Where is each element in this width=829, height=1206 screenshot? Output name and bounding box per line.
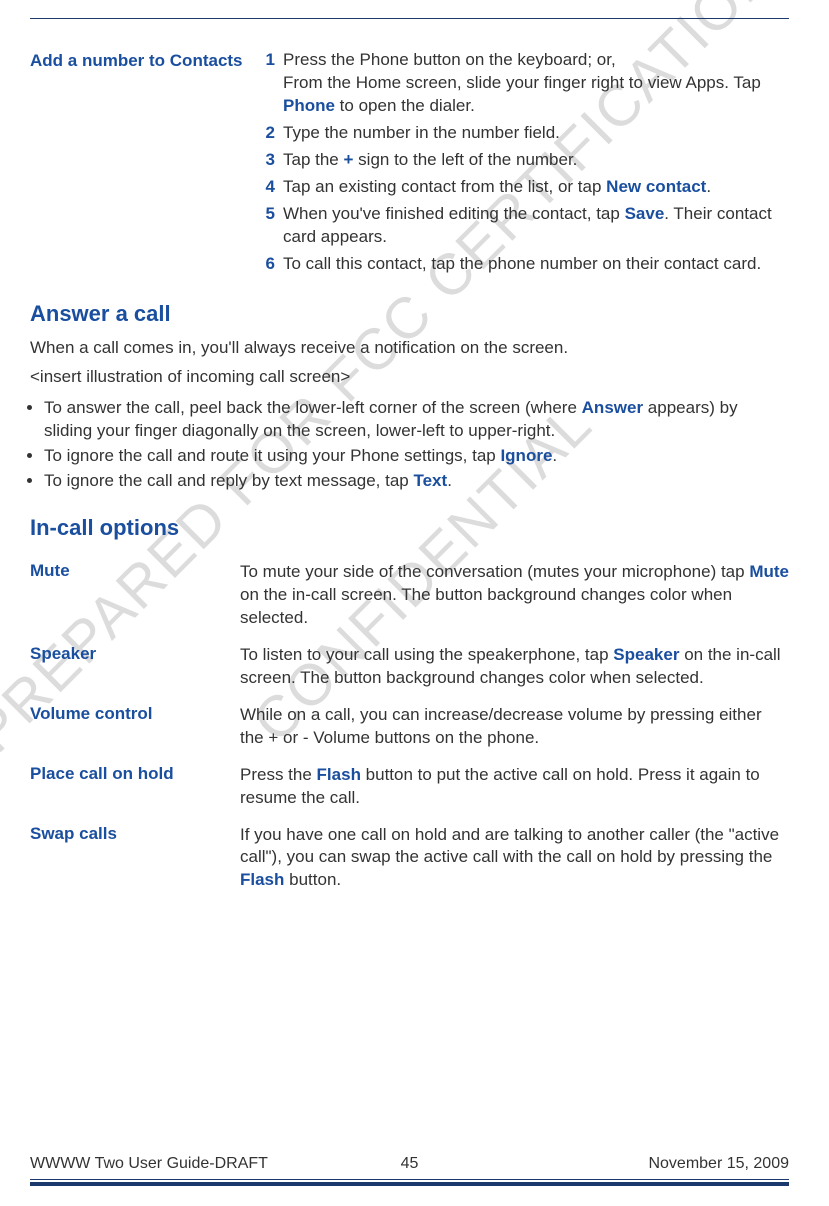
incall-row: SpeakerTo listen to your call using the …: [30, 644, 789, 690]
list-item: To ignore the call and route it using yo…: [44, 445, 789, 468]
step-number: 2: [255, 122, 275, 145]
incall-row: Volume controlWhile on a call, you can i…: [30, 704, 789, 750]
step-row: 3 Tap the + sign to the left of the numbe…: [255, 149, 789, 172]
footer-right: November 15, 2009: [536, 1155, 789, 1173]
step-text: Press the Phone button on the keyboard; …: [283, 49, 789, 118]
step-number: 4: [255, 176, 275, 199]
add-number-label: Add a number to Contacts: [30, 49, 255, 71]
step-row: 2 Type the number in the number field.: [255, 122, 789, 145]
footer-left: WWWW Two User Guide-DRAFT: [30, 1155, 283, 1173]
answer-intro: When a call comes in, you'll always rece…: [30, 337, 789, 360]
emphasis: Mute: [749, 562, 789, 581]
step-text: Tap an existing contact from the list, o…: [283, 176, 789, 199]
step-number: 6: [255, 253, 275, 276]
step-row: 6 To call this contact, tap the phone num…: [255, 253, 789, 276]
footer-rule-thin: [30, 1179, 789, 1180]
incall-label: Place call on hold: [30, 764, 240, 784]
emphasis: New contact: [606, 177, 706, 196]
step-row: 4 Tap an existing contact from the list, …: [255, 176, 789, 199]
add-number-steps: 1 Press the Phone button on the keyboard;…: [255, 49, 789, 279]
incall-label: Mute: [30, 561, 240, 581]
incall-row: Place call on holdPress the Flash button…: [30, 764, 789, 810]
footer-rule-thick: [30, 1182, 789, 1186]
page-footer: WWWW Two User Guide-DRAFT 45 November 15…: [30, 1155, 789, 1186]
incall-desc: To listen to your call using the speaker…: [240, 644, 789, 690]
incall-desc: To mute your side of the conversation (m…: [240, 561, 789, 630]
answer-placeholder: <insert illustration of incoming call sc…: [30, 366, 789, 389]
step-number: 1: [255, 49, 275, 72]
answer-bullets: To answer the call, peel back the lower-…: [44, 397, 789, 493]
step-text: Tap the + sign to the left of the number…: [283, 149, 789, 172]
incall-desc: If you have one call on hold and are tal…: [240, 824, 789, 893]
incall-row: Swap callsIf you have one call on hold a…: [30, 824, 789, 893]
emphasis: Flash: [240, 870, 284, 889]
emphasis: Save: [625, 204, 665, 223]
list-item: To ignore the call and reply by text mes…: [44, 470, 789, 493]
step-number: 3: [255, 149, 275, 172]
incall-label: Swap calls: [30, 824, 240, 844]
incall-label: Speaker: [30, 644, 240, 664]
incall-desc: While on a call, you can increase/decrea…: [240, 704, 789, 750]
incall-desc: Press the Flash button to put the active…: [240, 764, 789, 810]
incall-row: MuteTo mute your side of the conversatio…: [30, 561, 789, 630]
list-item: To answer the call, peel back the lower-…: [44, 397, 789, 443]
emphasis: Answer: [582, 398, 643, 417]
incall-title: In-call options: [30, 515, 789, 541]
step-row: 5 When you've finished editing the contac…: [255, 203, 789, 249]
step-text: When you've finished editing the contact…: [283, 203, 789, 249]
emphasis: Flash: [317, 765, 361, 784]
incall-table: MuteTo mute your side of the conversatio…: [30, 561, 789, 892]
emphasis: Text: [413, 471, 447, 490]
step-row: 1 Press the Phone button on the keyboard;…: [255, 49, 789, 118]
step-text: Type the number in the number field.: [283, 122, 789, 145]
step-number: 5: [255, 203, 275, 226]
step-text: To call this contact, tap the phone numb…: [283, 253, 789, 276]
emphasis: +: [344, 150, 354, 169]
incall-label: Volume control: [30, 704, 240, 724]
footer-page: 45: [283, 1155, 536, 1173]
emphasis: Ignore: [500, 446, 552, 465]
answer-title: Answer a call: [30, 301, 789, 327]
emphasis: Speaker: [613, 645, 679, 664]
emphasis: Phone: [283, 96, 335, 115]
add-number-section: Add a number to Contacts 1 Press the Phon…: [30, 49, 789, 279]
